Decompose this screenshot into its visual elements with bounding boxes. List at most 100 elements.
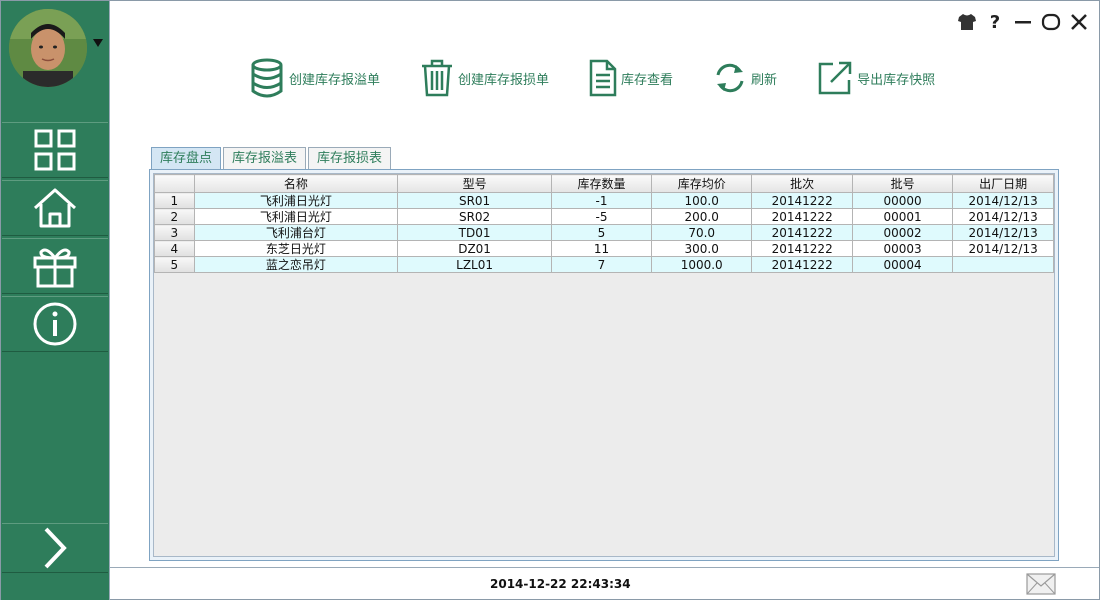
maximize-icon bbox=[1041, 13, 1061, 31]
table-cell[interactable]: 20141222 bbox=[751, 208, 853, 225]
table-cell[interactable]: -5 bbox=[550, 208, 653, 225]
home-icon bbox=[33, 188, 77, 228]
table-row[interactable]: 5 蓝之恋吊灯 LZL01 7 1000.0 20141222 00004 bbox=[154, 256, 1054, 273]
create-loss-report-button[interactable]: 创建库存报损单 bbox=[420, 59, 549, 97]
row-number: 2 bbox=[154, 208, 195, 225]
info-icon bbox=[33, 302, 77, 346]
table-cell[interactable]: 300.0 bbox=[651, 240, 753, 257]
table-cell[interactable]: -1 bbox=[550, 192, 653, 209]
trash-icon bbox=[422, 59, 453, 97]
sidebar-item-dashboard[interactable] bbox=[2, 122, 108, 178]
table-cell[interactable]: 1000.0 bbox=[651, 256, 753, 273]
close-button[interactable] bbox=[1069, 11, 1089, 33]
inventory-table-panel: 名称 型号 库存数量 库存均价 批次 批号 出厂日期 1 飞利浦日光灯 SR01 bbox=[149, 169, 1059, 561]
tab-inventory-check[interactable]: 库存盘点 bbox=[151, 147, 222, 169]
table-cell[interactable]: SR02 bbox=[397, 208, 552, 225]
table-cell[interactable]: 7 bbox=[550, 256, 653, 273]
table-cell[interactable]: 飞利浦台灯 bbox=[193, 224, 399, 241]
export-snapshot-label: 导出库存快照 bbox=[857, 72, 936, 88]
avatar[interactable] bbox=[9, 9, 87, 87]
table-cell[interactable]: 5 bbox=[550, 224, 653, 241]
table-cell[interactable]: 00004 bbox=[851, 256, 954, 273]
export-icon bbox=[818, 61, 852, 95]
table-header-row: 名称 型号 库存数量 库存均价 批次 批号 出厂日期 bbox=[154, 174, 1054, 193]
refresh-button[interactable]: 刷新 bbox=[713, 61, 777, 95]
table-cell[interactable]: 200.0 bbox=[651, 208, 753, 225]
column-header-name[interactable]: 名称 bbox=[193, 174, 399, 193]
table-cell[interactable]: 100.0 bbox=[651, 192, 753, 209]
view-inventory-label: 库存查看 bbox=[621, 72, 674, 88]
table-cell[interactable]: 2014/12/13 bbox=[952, 240, 1054, 257]
column-header-avg-price[interactable]: 库存均价 bbox=[651, 174, 753, 193]
refresh-label: 刷新 bbox=[751, 72, 778, 88]
column-header-quantity[interactable]: 库存数量 bbox=[550, 174, 653, 193]
table-row[interactable]: 4 东芝日光灯 DZ01 11 300.0 20141222 00003 201… bbox=[154, 240, 1054, 257]
inventory-table-scroll-area[interactable]: 名称 型号 库存数量 库存均价 批次 批号 出厂日期 1 飞利浦日光灯 SR01 bbox=[153, 173, 1055, 557]
maximize-button[interactable] bbox=[1041, 11, 1061, 33]
document-icon bbox=[589, 59, 617, 97]
table-row[interactable]: 3 飞利浦台灯 TD01 5 70.0 20141222 00002 2014/… bbox=[154, 224, 1054, 241]
table-cell[interactable]: 11 bbox=[550, 240, 653, 257]
table-cell[interactable]: 2014/12/13 bbox=[952, 192, 1054, 209]
row-number: 5 bbox=[154, 256, 195, 273]
user-area bbox=[1, 1, 109, 121]
chevron-right-icon bbox=[44, 527, 67, 569]
gift-icon bbox=[33, 248, 77, 288]
tab-loss-report[interactable]: 库存报损表 bbox=[308, 147, 392, 169]
sidebar-item-info[interactable] bbox=[2, 296, 108, 352]
database-icon bbox=[251, 58, 283, 98]
table-cell[interactable]: LZL01 bbox=[397, 256, 552, 273]
shirt-icon bbox=[958, 14, 976, 30]
table-cell[interactable]: 20141222 bbox=[751, 224, 853, 241]
datetime-display: 2014-12-22 22:43:34 bbox=[490, 577, 631, 591]
refresh-icon bbox=[716, 63, 744, 93]
table-cell[interactable]: 20141222 bbox=[751, 192, 853, 209]
table-cell[interactable]: 20141222 bbox=[751, 256, 853, 273]
skin-button[interactable] bbox=[957, 11, 977, 33]
table-cell[interactable]: 00003 bbox=[851, 240, 954, 257]
table-cell[interactable]: 00002 bbox=[851, 224, 954, 241]
tab-overflow-report[interactable]: 库存报溢表 bbox=[223, 147, 307, 169]
sidebar-divider bbox=[109, 1, 110, 600]
create-loss-report-label: 创建库存报损单 bbox=[458, 72, 550, 88]
table-cell[interactable]: 飞利浦日光灯 bbox=[193, 192, 399, 209]
table-cell[interactable]: TD01 bbox=[397, 224, 552, 241]
row-number: 1 bbox=[154, 192, 195, 209]
toolbar: 创建库存报溢单 创建库存报损单 库存查看 刷新 导出库存快照 bbox=[249, 57, 975, 99]
table-cell[interactable]: 20141222 bbox=[751, 240, 853, 257]
messages-button[interactable] bbox=[1026, 573, 1056, 599]
create-overflow-report-label: 创建库存报溢单 bbox=[289, 72, 381, 88]
create-overflow-report-button[interactable]: 创建库存报溢单 bbox=[249, 58, 380, 98]
table-cell[interactable]: 蓝之恋吊灯 bbox=[193, 256, 399, 273]
table-cell[interactable]: 2014/12/13 bbox=[952, 224, 1054, 241]
table-row[interactable]: 2 飞利浦日光灯 SR02 -5 200.0 20141222 00001 20… bbox=[154, 208, 1054, 225]
column-header-model[interactable]: 型号 bbox=[397, 174, 552, 193]
table-cell[interactable]: SR01 bbox=[397, 192, 552, 209]
export-snapshot-button[interactable]: 导出库存快照 bbox=[817, 60, 935, 96]
table-cell[interactable] bbox=[952, 256, 1054, 273]
column-header-batch[interactable]: 批次 bbox=[751, 174, 853, 193]
table-cell[interactable]: 70.0 bbox=[651, 224, 753, 241]
help-button[interactable]: ? bbox=[985, 11, 1005, 33]
avatar-dropdown-caret-icon[interactable] bbox=[93, 39, 103, 47]
status-bar: 2014-12-22 22:43:34 bbox=[110, 567, 1099, 599]
minimize-button[interactable] bbox=[1013, 11, 1033, 33]
grid-icon bbox=[34, 129, 76, 171]
table-cell[interactable]: DZ01 bbox=[397, 240, 552, 257]
table-row[interactable]: 1 飞利浦日光灯 SR01 -1 100.0 20141222 00000 20… bbox=[154, 192, 1054, 209]
column-header-batch-number[interactable]: 批号 bbox=[851, 174, 954, 193]
table-cell[interactable]: 00000 bbox=[851, 192, 954, 209]
view-inventory-button[interactable]: 库存查看 bbox=[589, 59, 673, 97]
window-controls: ? bbox=[957, 11, 1089, 33]
column-header-production-date[interactable]: 出厂日期 bbox=[952, 174, 1054, 193]
mail-icon bbox=[1026, 573, 1056, 595]
table-cell[interactable]: 东芝日光灯 bbox=[193, 240, 399, 257]
sidebar-expand-button[interactable] bbox=[2, 523, 108, 573]
sidebar-item-home[interactable] bbox=[2, 180, 108, 236]
minimize-icon bbox=[1015, 21, 1031, 24]
table-cell[interactable]: 00001 bbox=[851, 208, 954, 225]
sidebar-item-gifts[interactable] bbox=[2, 238, 108, 294]
table-cell[interactable]: 飞利浦日光灯 bbox=[193, 208, 399, 225]
close-icon bbox=[1071, 14, 1087, 30]
table-cell[interactable]: 2014/12/13 bbox=[952, 208, 1054, 225]
